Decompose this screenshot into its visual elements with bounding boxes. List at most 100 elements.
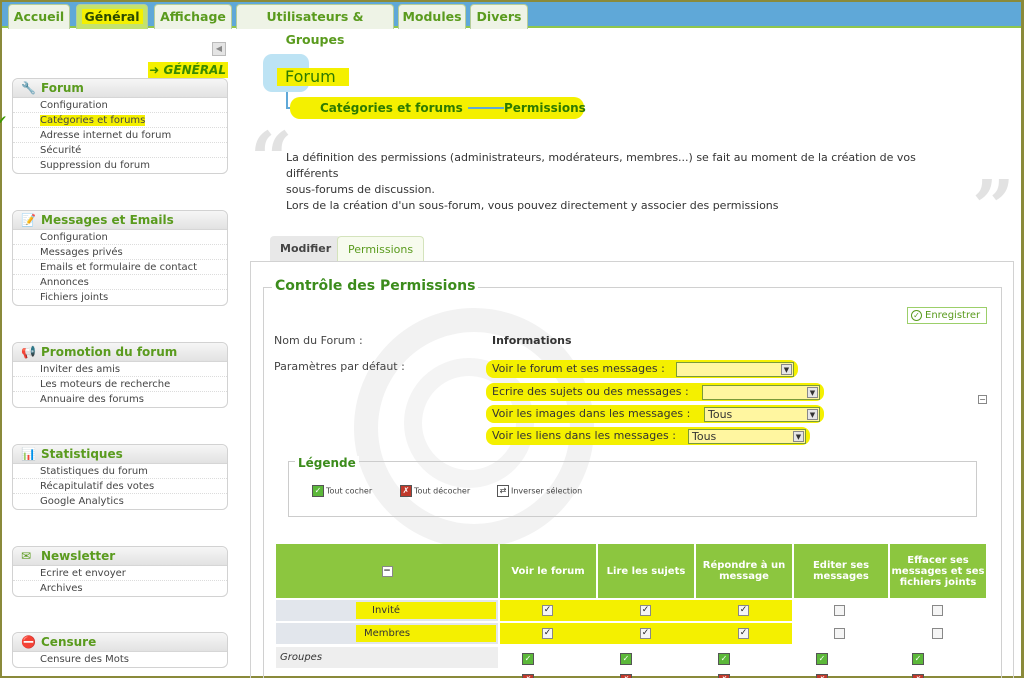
- toggle-all-icon: −: [381, 565, 393, 577]
- sidebar-box-title: 📝 Messages et Emails: [13, 211, 227, 230]
- breadcrumb-categories[interactable]: Catégories et forums: [320, 97, 463, 119]
- checkbox-icon: ✓: [640, 627, 651, 639]
- save-icon: ✓: [911, 310, 922, 321]
- tab-accueil[interactable]: Accueil: [8, 4, 70, 29]
- sidebar-item-suppression[interactable]: Suppression du forum: [13, 158, 227, 173]
- uncheck-all-icon: ✗: [400, 485, 412, 497]
- param-voir-forum: Voir le forum et ses messages : ▼: [486, 360, 798, 378]
- sidebar-item-categories-et-forums[interactable]: ✔ Catégories et forums: [0, 113, 227, 128]
- collapse-minus-icon[interactable]: −: [978, 395, 987, 404]
- close-quote-icon: ”: [972, 165, 1015, 251]
- sidebar-box-title: ⛔ Censure: [13, 633, 227, 652]
- tab-modifier[interactable]: Modifier: [270, 236, 342, 262]
- col-repondre: Répondre à un message: [696, 544, 792, 598]
- sidebar-item-configuration[interactable]: Configuration: [13, 98, 227, 113]
- checkbox-invite-repondre[interactable]: ✓: [738, 600, 749, 621]
- forum-name-value: Informations: [492, 334, 572, 347]
- checkbox-membres-voir[interactable]: ✓: [542, 623, 553, 644]
- select-ecrire-sujets[interactable]: ▼: [702, 385, 820, 400]
- col-effacer: Effacer ses messages et ses fichiers joi…: [890, 544, 986, 598]
- tab-utilisateurs-groupes[interactable]: Utilisateurs & Groupes: [236, 4, 394, 47]
- uncheck-all-icon: ✗: [620, 674, 632, 678]
- checkbox-icon: [834, 627, 845, 639]
- arrow-right-icon: [468, 107, 504, 109]
- sidebar-item-statistiques-forum[interactable]: Statistiques du forum: [13, 464, 227, 479]
- save-button[interactable]: ✓ Enregistrer: [907, 307, 987, 324]
- tab-permissions[interactable]: Permissions: [337, 236, 425, 262]
- tab-general[interactable]: Général: [76, 4, 148, 29]
- tab-affichage[interactable]: Affichage: [154, 4, 232, 29]
- legend-uncheck-all[interactable]: ✗ Tout décocher: [400, 485, 470, 498]
- param-ecrire-sujets: Ecrire des sujets ou des messages : ▼: [486, 383, 824, 401]
- sidebar-item-moteurs-recherche[interactable]: Les moteurs de recherche: [13, 377, 227, 392]
- sidebar-box-forum: 🔧 Forum Configuration ✔ Catégories et foru…: [0, 78, 228, 174]
- description: La définition des permissions (administr…: [286, 151, 916, 212]
- uncheck-all-icon: ✗: [816, 674, 828, 678]
- checkbox-membres-editer[interactable]: [834, 623, 845, 644]
- sidebar-box-title: 📊 Statistiques: [13, 445, 227, 464]
- checkmark-icon: ✔: [0, 113, 8, 127]
- tab-divers[interactable]: Divers: [470, 4, 528, 29]
- group-actions-voir[interactable]: ✓✗⇄: [522, 649, 536, 678]
- legend-title: Légende: [295, 456, 359, 470]
- checkbox-icon: ✓: [738, 604, 749, 616]
- forum-name-label: Nom du Forum :: [274, 334, 363, 347]
- forum-icon: 🔧: [21, 81, 36, 95]
- sidebar-item-securite[interactable]: Sécurité: [13, 143, 227, 158]
- sidebar-item-configuration[interactable]: Configuration: [13, 230, 227, 245]
- sidebar-item-ecrire-envoyer[interactable]: Ecrire et envoyer: [13, 566, 227, 581]
- page-title: Forum: [277, 68, 349, 86]
- sidebar-item-annonces[interactable]: Annonces: [13, 275, 227, 290]
- checkbox-invite-effacer[interactable]: [932, 600, 943, 621]
- sidebar-item-emails-contact[interactable]: Emails et formulaire de contact: [13, 260, 227, 275]
- stats-icon: 📊: [21, 447, 36, 461]
- uncheck-all-icon: ✗: [522, 674, 534, 678]
- table-row-invite: Invité: [276, 600, 498, 621]
- checkbox-icon: ✓: [738, 627, 749, 639]
- checkbox-invite-lire[interactable]: ✓: [640, 600, 651, 621]
- checkbox-invite-voir[interactable]: ✓: [542, 600, 553, 621]
- legend-invert[interactable]: ⇄ Inverser sélection: [497, 485, 582, 498]
- chevron-down-icon: ▼: [807, 387, 818, 398]
- sidebar-box-statistiques: 📊 Statistiques Statistiques du forum Réca…: [12, 444, 228, 510]
- group-actions-effacer[interactable]: ✓✗⇄: [912, 649, 926, 678]
- sidebar-box-title: 🔧 Forum: [13, 79, 227, 98]
- sidebar-item-google-analytics[interactable]: Google Analytics: [13, 494, 227, 509]
- collapse-sidebar-icon[interactable]: ◀: [212, 42, 226, 56]
- sidebar-item-censure-mots[interactable]: Censure des Mots: [13, 652, 227, 667]
- select-voir-images[interactable]: Tous ▼: [704, 407, 820, 422]
- checkbox-membres-repondre[interactable]: ✓: [738, 623, 749, 644]
- sidebar-box-promotion: 📢 Promotion du forum Inviter des amis Les…: [12, 342, 228, 408]
- group-actions-repondre[interactable]: ✓✗⇄: [718, 649, 732, 678]
- censure-icon: ⛔: [21, 635, 36, 649]
- tab-modules[interactable]: Modules: [398, 4, 466, 29]
- checkbox-membres-effacer[interactable]: [932, 623, 943, 644]
- select-voir-forum[interactable]: ▼: [676, 362, 794, 377]
- sidebar-item-archives[interactable]: Archives: [13, 581, 227, 596]
- col-lire-sujets: Lire les sujets: [598, 544, 694, 598]
- col-editer: Editer ses messages: [794, 544, 888, 598]
- checkbox-icon: ✓: [542, 604, 553, 616]
- check-all-icon: ✓: [718, 653, 730, 665]
- sidebar-item-recap-votes[interactable]: Récapitulatif des votes: [13, 479, 227, 494]
- checkbox-invite-editer[interactable]: [834, 600, 845, 621]
- legend-check-all[interactable]: ✓ Tout cocher: [312, 485, 372, 498]
- sidebar-item-fichiers-joints[interactable]: Fichiers joints: [13, 290, 227, 305]
- table-row-membres: Membres: [276, 623, 498, 644]
- table-header-toggle[interactable]: −: [276, 544, 498, 598]
- sidebar-item-inviter-amis[interactable]: Inviter des amis: [13, 362, 227, 377]
- select-voir-liens[interactable]: Tous ▼: [688, 429, 806, 444]
- group-actions-lire[interactable]: ✓✗⇄: [620, 649, 634, 678]
- sidebar-item-annuaire[interactable]: Annuaire des forums: [13, 392, 227, 407]
- checkbox-icon: ✓: [640, 604, 651, 616]
- group-actions-editer[interactable]: ✓✗⇄: [816, 649, 830, 678]
- col-voir-forum: Voir le forum: [500, 544, 596, 598]
- sidebar-item-adresse-internet[interactable]: Adresse internet du forum: [13, 128, 227, 143]
- defaults-label: Paramètres par défaut :: [274, 360, 405, 373]
- breadcrumb-permissions[interactable]: Permissions: [504, 97, 586, 119]
- messages-icon: 📝: [21, 213, 36, 227]
- table-row-groupes: Groupes: [276, 647, 498, 668]
- sidebar-box-newsletter: ✉ Newsletter Ecrire et envoyer Archives: [12, 546, 228, 597]
- sidebar-item-messages-prives[interactable]: Messages privés: [13, 245, 227, 260]
- checkbox-membres-lire[interactable]: ✓: [640, 623, 651, 644]
